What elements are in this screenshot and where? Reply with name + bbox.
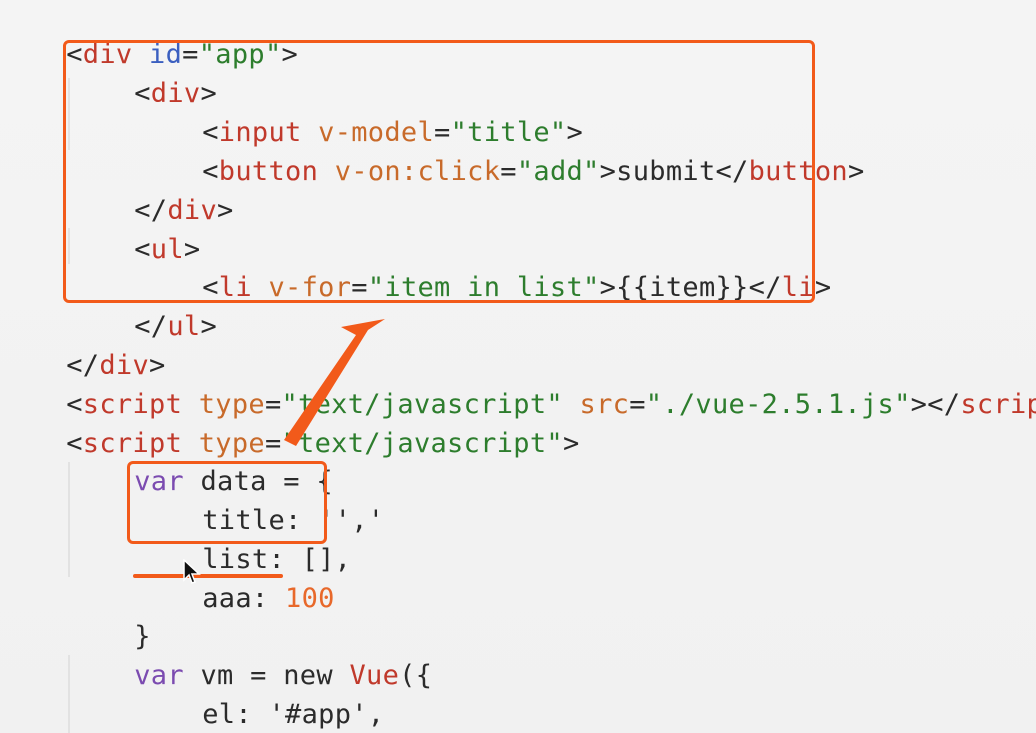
tag-bracket: ></ xyxy=(910,389,961,420)
code-line-11[interactable]: <script type="text/javascript"> xyxy=(0,385,580,459)
tag-bracket: > xyxy=(847,156,865,187)
tag-bracket: > xyxy=(200,311,218,342)
equals: = xyxy=(629,389,646,420)
code-line-1[interactable]: <div id="app"> xyxy=(0,0,298,70)
tag-name: ul xyxy=(167,311,201,342)
attribute-value: "./vue-2.5.1.js" xyxy=(645,389,911,420)
code-line-19[interactable]: data: data, xyxy=(136,694,384,733)
colon: : xyxy=(251,583,286,614)
attribute-name: src xyxy=(579,389,630,420)
aaa-underline xyxy=(133,574,283,578)
property-key: aaa xyxy=(202,583,252,614)
code-editor[interactable]: <div id="app"> <div> <input v-model="tit… xyxy=(0,0,1036,733)
template-highlight-box xyxy=(63,40,815,303)
code-line-9[interactable]: </div> xyxy=(0,307,166,381)
code-line-17[interactable]: var vm = new Vue({ xyxy=(68,617,432,691)
tag-bracket: > xyxy=(814,272,832,303)
number-literal: 100 xyxy=(285,583,335,614)
code-line-18[interactable]: el: '#app', xyxy=(136,656,384,730)
code-line-16[interactable]: } xyxy=(68,578,151,652)
code-line-12[interactable]: var data = { xyxy=(68,423,333,497)
mouse-pointer-icon xyxy=(183,559,201,584)
code-text: ({ xyxy=(399,660,433,691)
tag-bracket: > xyxy=(562,428,580,459)
code-line-10[interactable]: <script type="text/javascript" src="./vu… xyxy=(0,346,1036,420)
data-highlight-box xyxy=(127,461,327,544)
tag-name: script xyxy=(960,389,1036,420)
